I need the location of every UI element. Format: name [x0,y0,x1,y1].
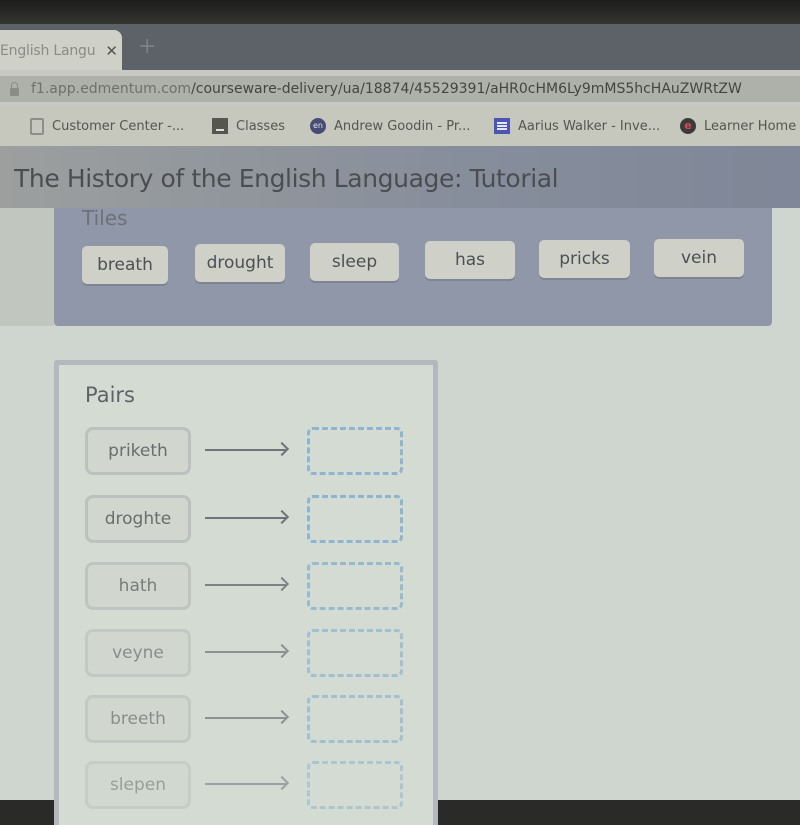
tile-vein[interactable]: vein [654,239,744,277]
pair-row: priketh [85,427,415,475]
pair-source: veyne [85,629,191,677]
bookmark-label: Andrew Goodin - Pr... [334,118,471,134]
bookmark-label: Aarius Walker - Inve... [518,118,661,134]
url-host: f1.app.edmentum.com [31,81,192,97]
bookmark-aarius-walker[interactable]: Aarius Walker - Inve... [494,118,660,134]
arrow-right-icon [205,517,287,519]
pair-row: slepen [85,761,415,809]
url-text[interactable]: f1.app.edmentum.com/courseware-delivery/… [31,81,742,97]
page-gutter [0,208,54,326]
form-icon [494,118,510,134]
pair-row: droghte [85,495,415,543]
bookmark-andrew-goodin[interactable]: en Andrew Goodin - Pr... [310,118,470,134]
arrow-right-icon [205,651,287,653]
bookmark-label: Classes [236,118,285,134]
bookmark-classes[interactable]: Classes [212,118,285,134]
tile-has[interactable]: has [425,241,515,279]
arrow-right-icon [205,783,287,785]
bookmark-learner-home[interactable]: e Learner Home [680,118,796,134]
pair-row: veyne [85,629,415,677]
document-icon [30,118,44,135]
classroom-icon [212,118,228,134]
drop-target[interactable] [307,695,403,743]
edmentum-icon: e [680,118,696,134]
pairs-label: Pairs [85,383,135,407]
tiles-label: Tiles [82,206,128,230]
pair-source: priketh [85,427,191,475]
url-path: /courseware-delivery/ua/18874/45529391/a… [191,81,742,97]
url-bar[interactable]: f1.app.edmentum.com/courseware-delivery/… [0,76,800,102]
pair-row: hath [85,562,415,610]
browser-tab-active[interactable]: English Langu ✕ [0,30,122,72]
page-header: The History of the English Language: Tut… [0,146,800,208]
drop-target[interactable] [307,761,403,809]
arrow-right-icon [205,584,287,586]
drop-target[interactable] [307,562,403,610]
arrow-right-icon [205,717,287,719]
bookmarks-bar: Customer Center -... Classes en Andrew G… [0,106,800,146]
tiles-panel: Tiles breath drought sleep has pricks ve… [54,206,772,326]
drop-target[interactable] [307,427,403,475]
pair-source: slepen [85,761,191,809]
new-tab-icon[interactable]: + [138,34,156,59]
tile-sleep[interactable]: sleep [310,243,399,281]
pair-source: breeth [85,695,191,743]
tile-breath[interactable]: breath [82,246,168,284]
drop-target[interactable] [307,495,403,543]
bookmark-label: Learner Home [704,118,797,134]
bookmark-label: Customer Center -... [52,119,185,134]
tab-title: English Langu [0,43,96,59]
page-title: The History of the English Language: Tut… [14,164,559,193]
arrow-right-icon [205,449,287,451]
bookmark-customer-center[interactable]: Customer Center -... [30,118,184,135]
pair-source: droghte [85,495,191,543]
pair-source: hath [85,562,191,610]
tile-drought[interactable]: drought [195,244,285,282]
lock-icon [10,82,19,96]
drop-target[interactable] [307,629,403,677]
circle-logo-icon: en [310,118,326,134]
tile-pricks[interactable]: pricks [539,240,630,278]
close-tab-icon[interactable]: ✕ [105,42,118,60]
pairs-panel: Pairs priketh droghte hath veyne breeth [54,360,438,825]
page-content: The History of the English Language: Tut… [0,146,800,825]
pair-row: breeth [85,695,415,743]
